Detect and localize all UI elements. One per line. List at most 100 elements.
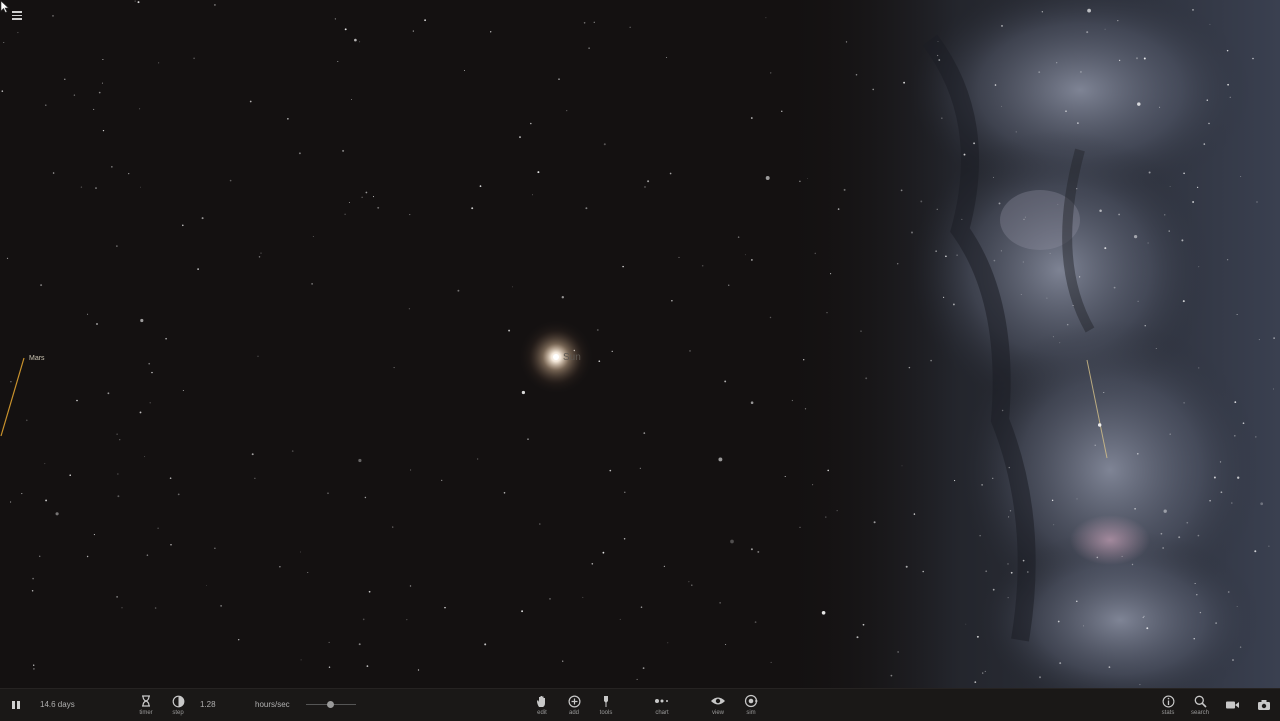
star (139, 411, 142, 414)
star (1162, 547, 1164, 549)
rate-value[interactable]: 1.28 (200, 700, 216, 709)
sun[interactable] (553, 354, 559, 360)
view-button[interactable]: view (708, 689, 728, 721)
star (21, 493, 23, 495)
star (1113, 286, 1116, 289)
star (640, 606, 643, 608)
star (444, 606, 446, 609)
timer-button[interactable]: timer (136, 689, 156, 721)
star (95, 187, 97, 190)
star (624, 491, 626, 494)
starfield (0, 0, 1280, 688)
star (1268, 545, 1270, 547)
planet-label-mars[interactable]: Mars (29, 355, 45, 362)
star (1254, 550, 1257, 553)
star (359, 41, 361, 43)
star (1183, 402, 1185, 404)
pause-button[interactable] (8, 689, 24, 721)
star (1015, 131, 1017, 133)
star (254, 477, 256, 479)
step-button[interactable]: step (168, 689, 188, 721)
star (257, 355, 259, 357)
rate-slider-handle[interactable] (327, 701, 334, 708)
edit-button[interactable]: edit (533, 689, 551, 721)
star (754, 621, 757, 623)
screenshot-button[interactable] (1254, 689, 1274, 721)
tools-icon (604, 695, 608, 707)
star (910, 231, 914, 234)
star (1227, 591, 1230, 593)
sim-button[interactable]: sim (741, 689, 761, 721)
star (410, 469, 412, 471)
eye-icon (711, 697, 725, 705)
star (647, 180, 650, 183)
star (490, 31, 492, 33)
star (1193, 638, 1195, 640)
menu-button[interactable] (8, 8, 26, 24)
star (845, 41, 848, 43)
tools-button[interactable]: tools (597, 689, 615, 721)
camera-button[interactable] (1222, 689, 1242, 721)
star (1108, 666, 1111, 668)
star (151, 371, 153, 374)
star (1181, 239, 1184, 242)
sun-label[interactable]: Sun (563, 352, 581, 363)
add-button[interactable]: add (565, 689, 583, 721)
space-viewport[interactable]: Mars Sun (0, 0, 1280, 688)
chart-label: chart (655, 710, 669, 716)
star (55, 512, 59, 516)
star (32, 667, 35, 670)
star (890, 674, 893, 677)
search-label: search (1190, 710, 1209, 716)
star (508, 329, 511, 332)
star (1121, 555, 1123, 557)
star (311, 283, 313, 285)
star (117, 495, 120, 498)
star (116, 433, 118, 435)
star (1146, 627, 1149, 630)
star (666, 57, 668, 58)
star (52, 172, 55, 174)
star (1007, 597, 1009, 599)
star (1203, 143, 1206, 145)
star (1196, 186, 1199, 189)
star (307, 572, 309, 573)
star (1009, 510, 1012, 512)
star (566, 110, 568, 112)
star (691, 584, 693, 586)
star (358, 643, 361, 646)
star (52, 15, 54, 17)
star (1168, 230, 1170, 232)
search-button[interactable]: search (1189, 689, 1211, 721)
star (905, 565, 908, 568)
star (201, 217, 204, 220)
star (596, 329, 599, 331)
tools-label: tools (599, 710, 613, 716)
star (169, 477, 172, 480)
star (952, 303, 955, 306)
star (622, 265, 624, 268)
star (936, 54, 939, 57)
star (701, 264, 704, 267)
stats-button[interactable]: stats (1158, 689, 1178, 721)
elapsed-time: 14.6 days (40, 700, 75, 709)
star (965, 623, 967, 625)
star (539, 523, 541, 525)
star (364, 496, 367, 499)
star (812, 484, 814, 486)
star (765, 176, 770, 180)
star (1198, 367, 1200, 369)
star (93, 534, 95, 536)
star (86, 555, 89, 558)
star (1026, 571, 1029, 573)
star (298, 152, 301, 155)
star (1252, 57, 1254, 60)
star (351, 98, 353, 100)
rate-unit[interactable]: hours/sec (255, 700, 290, 709)
star (258, 256, 261, 258)
star (1155, 348, 1157, 349)
chart-button[interactable]: chart (652, 689, 672, 721)
star (64, 78, 66, 81)
star (229, 179, 232, 182)
star (678, 256, 680, 258)
